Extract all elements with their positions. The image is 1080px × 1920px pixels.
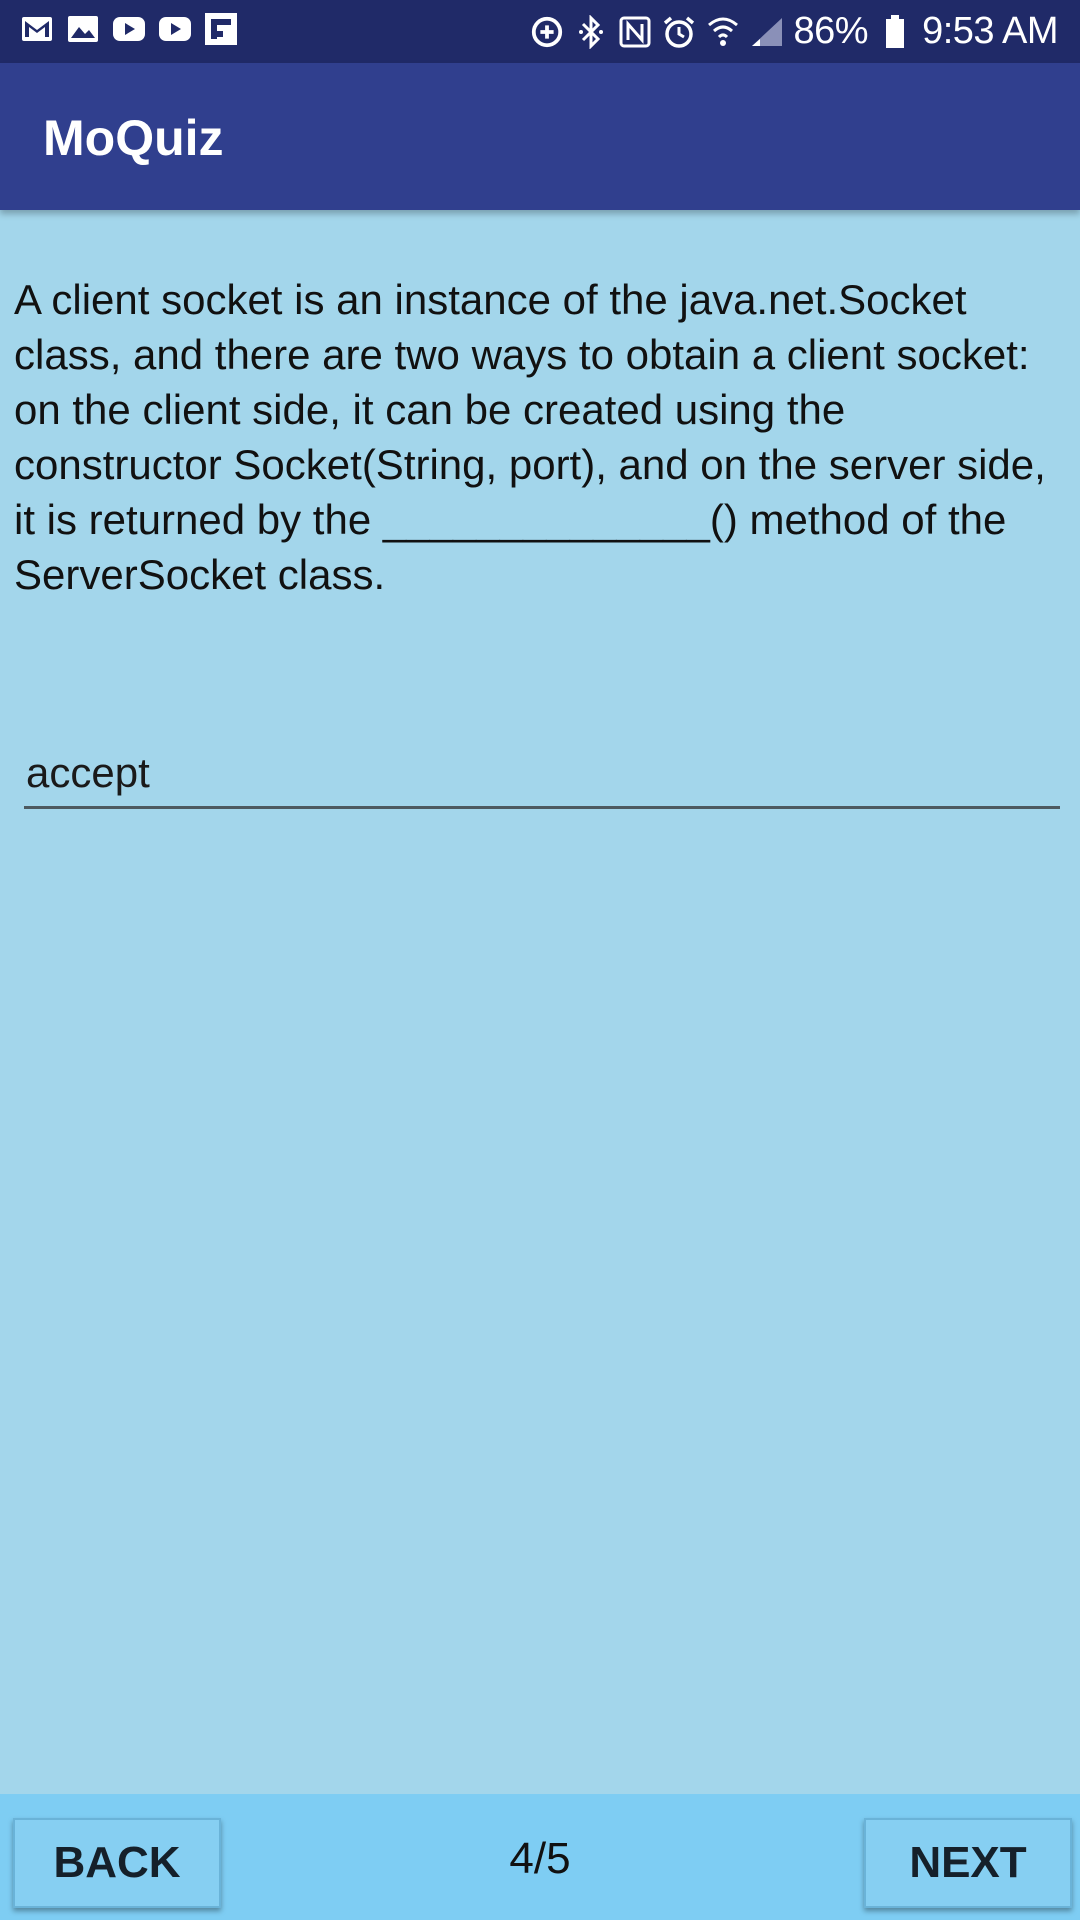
bottom-navigation: BACK 4/5 NEXT xyxy=(0,1794,1080,1920)
alarm-icon xyxy=(662,15,696,49)
gmail-icon xyxy=(20,12,54,46)
notification-icons xyxy=(20,12,238,46)
next-button[interactable]: NEXT xyxy=(864,1818,1072,1908)
answer-input[interactable] xyxy=(24,740,1060,809)
youtube-icon xyxy=(112,12,146,46)
battery-icon xyxy=(878,14,912,49)
quiz-content: A client socket is an instance of the ja… xyxy=(0,210,1080,1794)
status-bar: 86% 9:53 AM xyxy=(0,0,1080,63)
clock: 9:53 AM xyxy=(922,10,1058,52)
back-button[interactable]: BACK xyxy=(13,1818,221,1908)
app-bar: MoQuiz xyxy=(0,63,1080,210)
system-status: 86% 9:53 AM xyxy=(530,0,1058,63)
wifi-icon xyxy=(706,15,740,49)
progress-indicator: 4/5 xyxy=(509,1834,571,1883)
data-saver-icon xyxy=(530,15,564,49)
flipboard-icon xyxy=(204,12,238,46)
gallery-icon xyxy=(66,12,100,46)
youtube-icon xyxy=(158,12,192,46)
bluetooth-icon xyxy=(574,14,608,49)
nfc-icon xyxy=(618,15,652,49)
app-title: MoQuiz xyxy=(43,110,224,166)
battery-percent: 86% xyxy=(793,10,869,52)
cell-signal-icon xyxy=(750,15,784,49)
question-text: A client socket is an instance of the ja… xyxy=(14,276,1058,598)
